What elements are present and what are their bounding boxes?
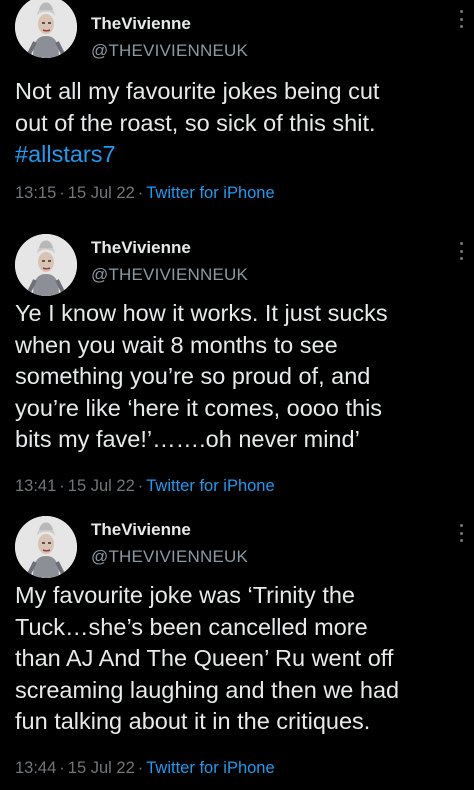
- display-name[interactable]: TheVivienne: [91, 520, 191, 540]
- tweet-text-line: My favourite joke was ‘Trinity the: [15, 582, 355, 608]
- tweet-time[interactable]: 13:44: [15, 759, 56, 777]
- tweet-date[interactable]: 15 Jul 22: [68, 759, 135, 777]
- meta-separator: ·: [137, 184, 144, 202]
- avatar[interactable]: [15, 234, 77, 296]
- tweet-date[interactable]: 15 Jul 22: [68, 477, 135, 495]
- more-vertical-icon[interactable]: [460, 524, 464, 542]
- avatar[interactable]: [15, 516, 77, 578]
- tweet-time[interactable]: 13:41: [15, 477, 56, 495]
- display-name[interactable]: TheVivienne: [91, 14, 191, 34]
- more-vertical-icon[interactable]: [460, 242, 464, 260]
- more-vertical-icon[interactable]: [460, 10, 464, 28]
- tweet-source-link[interactable]: Twitter for iPhone: [146, 184, 274, 202]
- meta-separator: ·: [137, 759, 144, 777]
- meta-separator: ·: [59, 759, 65, 777]
- hashtag-link[interactable]: #allstars7: [15, 139, 474, 171]
- meta-separator: ·: [137, 477, 144, 495]
- meta-separator: ·: [59, 184, 65, 202]
- tweet-text: Not all my favourite jokes being cut out…: [15, 76, 474, 171]
- meta-separator: ·: [59, 477, 65, 495]
- tweet-text: My favourite joke was ‘Trinity the Tuck……: [15, 580, 474, 738]
- tweet-meta: 13:41 · 15 Jul 22 · Twitter for iPhone: [15, 477, 275, 496]
- tweet-text-line: screaming laughing and then we had: [15, 676, 400, 703]
- tweet-text-line: Not all my favourite jokes being cut: [15, 78, 380, 104]
- tweet-text-line: something you’re so proud of, and: [15, 363, 371, 389]
- tweet-text-line: out of the roast, so sick of this shit.: [15, 109, 376, 136]
- tweet-text-line: Tuck…she’s been cancelled more: [15, 613, 368, 640]
- tweet-source-link[interactable]: Twitter for iPhone: [146, 759, 274, 777]
- tweet-meta: 13:44 · 15 Jul 22 · Twitter for iPhone: [15, 759, 275, 778]
- user-handle[interactable]: @THEVIVIENNEUK: [91, 41, 248, 61]
- user-handle[interactable]: @THEVIVIENNEUK: [91, 547, 248, 567]
- tweet-source-link[interactable]: Twitter for iPhone: [146, 477, 274, 495]
- tweet-text-line: than AJ And The Queen’ Ru went off: [15, 645, 394, 671]
- tweet-text-line: you’re like ‘here it comes, oooo this: [15, 394, 383, 421]
- tweet-meta: 13:15 · 15 Jul 22 · Twitter for iPhone: [15, 184, 275, 203]
- tweet-date[interactable]: 15 Jul 22: [68, 184, 135, 202]
- tweet-text-line: when you wait 8 months to see: [15, 331, 338, 358]
- tweet-text-line: fun talking about it in the critiques.: [15, 708, 371, 734]
- tweet-text-line: Ye I know how it works. It just sucks: [15, 300, 388, 326]
- display-name[interactable]: TheVivienne: [91, 238, 191, 258]
- tweet-text-line: bits my fave!’…….oh never mind’: [15, 426, 360, 452]
- tweet-text: Ye I know how it works. It just sucks wh…: [15, 298, 474, 456]
- user-handle[interactable]: @THEVIVIENNEUK: [91, 265, 248, 285]
- avatar[interactable]: [15, 0, 77, 58]
- tweet-time[interactable]: 13:15: [15, 184, 56, 202]
